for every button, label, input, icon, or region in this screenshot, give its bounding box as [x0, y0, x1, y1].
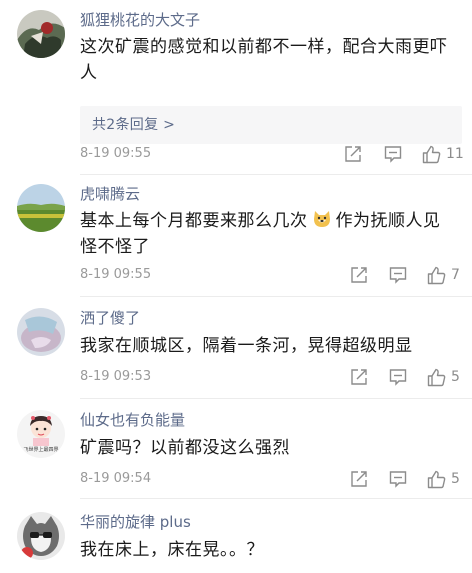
avatar[interactable]	[17, 512, 65, 560]
avatar[interactable]	[17, 184, 65, 232]
comment-text: 基本上每个月都要来那么几次 作为抚顺人见怪不怪了	[80, 208, 452, 260]
comment-meta: 8-19 09:55 11	[0, 143, 472, 165]
divider	[80, 398, 472, 399]
comment-icon	[389, 267, 407, 284]
like-count: 7	[451, 267, 460, 283]
like-count: 11	[446, 146, 464, 162]
like-button[interactable]: 5	[427, 468, 460, 490]
like-icon	[427, 266, 446, 284]
comment-text: 这次矿震的感觉和以前都不一样，配合大雨更吓人	[80, 37, 448, 83]
share-button[interactable]	[350, 366, 368, 388]
comment-text: 我家在顺城区，隔着一条河，晃得超级明显	[80, 336, 413, 356]
divider	[80, 296, 472, 297]
timestamp: 8-19 09:53	[80, 369, 152, 384]
like-count: 5	[451, 369, 460, 385]
share-icon	[351, 471, 367, 487]
replies-box[interactable]: 共2条回复 >	[80, 106, 462, 144]
comment-button[interactable]	[389, 468, 407, 490]
comment-icon	[384, 146, 402, 163]
comment-text: 矿震吗？以前都没这么强烈	[80, 438, 290, 458]
share-icon	[351, 267, 367, 283]
comment-meta: 8-19 09:54 5	[0, 468, 472, 490]
view-replies-link[interactable]: 共2条回复 >	[92, 115, 175, 135]
like-icon	[427, 470, 446, 488]
username[interactable]: 虎啸腾云	[80, 184, 140, 204]
divider	[80, 498, 472, 499]
username[interactable]: 狐狸桃花的大文子	[80, 10, 200, 30]
share-icon	[345, 146, 361, 162]
avatar[interactable]: 飞世界上最四界	[17, 410, 65, 458]
comment-button[interactable]	[389, 264, 407, 286]
share-icon	[351, 369, 367, 385]
like-button[interactable]: 11	[422, 143, 464, 165]
timestamp: 8-19 09:54	[80, 471, 152, 486]
comment-text: 我在床上，床在晃。。？	[80, 540, 264, 560]
dog-face-emoji	[313, 211, 330, 227]
like-icon	[427, 368, 446, 386]
comment-meta: 8-19 09:53 5	[0, 366, 472, 388]
share-button[interactable]	[350, 468, 368, 490]
timestamp: 8-19 09:55	[80, 267, 152, 282]
share-button[interactable]	[350, 264, 368, 286]
avatar-caption: 飞世界上最四界	[23, 447, 59, 453]
username[interactable]: 华丽的旋律 plus	[80, 512, 191, 532]
comment-icon	[389, 369, 407, 386]
like-button[interactable]: 7	[427, 264, 460, 286]
like-count: 5	[451, 471, 460, 487]
comment-feed: 狐狸桃花的大文子 这次矿震的感觉和以前都不一样，配合大雨更吓人 共2条回复 > …	[0, 0, 472, 573]
avatar[interactable]	[17, 308, 65, 356]
comment-meta: 8-19 09:55 7	[0, 264, 472, 286]
divider	[80, 174, 472, 175]
avatar[interactable]	[17, 10, 65, 58]
like-icon	[422, 145, 441, 163]
share-button[interactable]	[344, 143, 362, 165]
timestamp: 8-19 09:55	[80, 146, 152, 161]
username[interactable]: 洒了傻了	[80, 308, 140, 328]
like-button[interactable]: 5	[427, 366, 460, 388]
comment-button[interactable]	[389, 366, 407, 388]
username[interactable]: 仙女也有负能量	[80, 410, 185, 430]
comment-text-part: 基本上每个月都要来那么几次	[80, 211, 308, 231]
comment-icon	[389, 471, 407, 488]
comment-button[interactable]	[384, 143, 402, 165]
